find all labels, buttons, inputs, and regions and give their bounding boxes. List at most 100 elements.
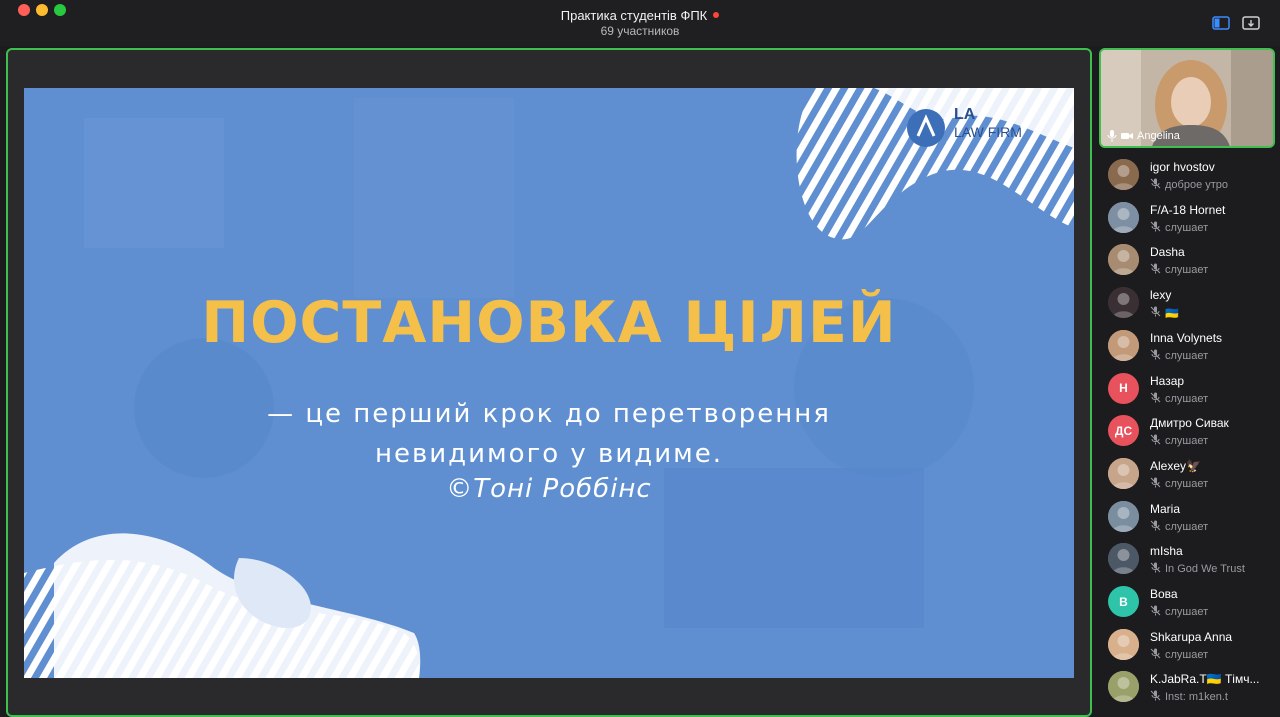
muted-microphone-icon [1150, 263, 1161, 277]
slide-title: ПОСТАНОВКА ЦІЛЕЙ [201, 290, 897, 356]
participant-item[interactable]: Inna Volynets слушает [1098, 325, 1276, 367]
participant-item[interactable]: Dasha слушает [1098, 239, 1276, 281]
participant-status: 🇺🇦 [1150, 306, 1274, 320]
muted-microphone-icon [1150, 434, 1161, 448]
participant-avatar: Н [1108, 372, 1139, 404]
window-title-text: Практика студентів ФПК [560, 8, 708, 23]
presentation-slide: LA LAW FIRM ПОСТАНОВКА ЦІЛЕЙ — це перший… [24, 88, 1074, 678]
participant-status: In God We Trust [1150, 562, 1274, 576]
muted-microphone-icon [1150, 306, 1161, 320]
participant-avatar [1108, 201, 1139, 233]
participant-status-text: 🇺🇦 [1165, 307, 1179, 320]
participant-status: слушает [1150, 648, 1274, 662]
participant-item[interactable]: K.JabRa.T🇺🇦 Тімч... Inst: m1ken.t [1098, 666, 1276, 708]
participant-avatar [1108, 628, 1139, 660]
muted-microphone-icon [1150, 648, 1161, 662]
participant-name: K.JabRa.T🇺🇦 Тімч... [1150, 672, 1260, 687]
logo-firm-text: LAW FIRM [954, 124, 1022, 140]
muted-microphone-icon [1150, 221, 1161, 235]
participant-status-text: слушает [1165, 606, 1209, 618]
logo-mark-icon [907, 109, 945, 147]
participant-status-text: слушает [1165, 221, 1209, 234]
participant-name: Dasha [1150, 245, 1185, 260]
participant-item[interactable]: mIsha In God We Trust [1098, 538, 1276, 580]
participant-item[interactable]: Maria слушает [1098, 496, 1276, 538]
participant-avatar [1108, 671, 1139, 703]
participant-status: Inst: m1ken.t [1150, 690, 1274, 704]
participant-count: 69 участников [600, 24, 680, 38]
slide-quote-line2: невидимого у видиме. [374, 439, 724, 469]
participant-status-text: In God We Trust [1165, 563, 1245, 576]
participant-item[interactable]: lexy 🇺🇦 [1098, 282, 1276, 324]
participant-status: слушает [1150, 434, 1274, 448]
speaker-video-tile[interactable]: Angelina [1099, 48, 1275, 148]
muted-microphone-icon [1150, 349, 1161, 363]
participants-list[interactable]: igor hvostov доброе утро F/A-18 Hornet слуш… [1098, 154, 1276, 717]
muted-microphone-icon [1150, 520, 1161, 534]
window-title: Практика студентів ФПК [0, 8, 1280, 23]
window-title-block: Практика студентів ФПК 69 участников [0, 8, 1280, 38]
participant-item[interactable]: ДС Дмитро Сивак слушает [1098, 410, 1276, 452]
participant-status-text: слушает [1165, 648, 1209, 661]
participant-status-text: слушает [1165, 264, 1209, 277]
sidebar-toggle-icon[interactable] [1212, 15, 1230, 31]
participant-status-text: слушает [1165, 477, 1209, 490]
muted-microphone-icon [1150, 605, 1161, 619]
participant-avatar [1108, 543, 1139, 575]
participant-avatar: В [1108, 586, 1139, 617]
participant-avatar [1108, 287, 1139, 319]
participant-item[interactable]: igor hvostov доброе утро [1098, 154, 1276, 196]
participant-name: Maria [1150, 501, 1181, 516]
participant-name: mIsha [1150, 544, 1183, 559]
participant-avatar [1108, 500, 1139, 532]
participant-name: F/A-18 Hornet [1150, 202, 1226, 217]
slide-quote-line1: — це перший крок до перетворення [267, 399, 831, 429]
muted-microphone-icon [1150, 690, 1161, 704]
participant-status: слушает [1150, 477, 1274, 491]
participant-name: Alexey🦅 [1150, 458, 1201, 473]
participant-status: слушает [1150, 349, 1274, 363]
speaker-name: Angelina [1137, 130, 1180, 142]
participant-item[interactable]: Shkarupa Anna слушает [1098, 624, 1276, 666]
participant-status-text: слушает [1165, 435, 1209, 448]
slide-author: ©Тоні Роббінс [446, 474, 652, 504]
participant-name: Inna Volynets [1150, 330, 1223, 345]
participant-status-text: слушает [1165, 349, 1209, 362]
slide-background-art [24, 88, 1074, 678]
camera-icon [1121, 133, 1133, 139]
participant-name: Shkarupa Anna [1150, 629, 1233, 644]
participant-item[interactable]: Alexey🦅 слушает [1098, 453, 1276, 495]
window-titlebar: Практика студентів ФПК 69 участников [0, 0, 1280, 46]
participant-item[interactable]: В Вова слушает [1098, 581, 1276, 623]
participant-status: слушает [1150, 520, 1274, 534]
participant-status: слушает [1150, 263, 1274, 277]
participant-avatar [1108, 159, 1139, 190]
pip-icon[interactable] [1242, 15, 1260, 31]
participant-name: Дмитро Сивак [1150, 416, 1229, 431]
participant-status-text: Inst: m1ken.t [1165, 691, 1228, 704]
participant-avatar [1108, 244, 1139, 276]
participant-status-text: слушает [1165, 520, 1209, 533]
muted-microphone-icon [1150, 178, 1161, 192]
recording-indicator-icon [713, 12, 720, 18]
participant-item[interactable]: F/A-18 Hornet слушает [1098, 197, 1276, 239]
participant-status: слушает [1150, 605, 1274, 619]
slide-quote: — це перший крок до перетворення невидим… [24, 394, 1074, 474]
participant-name: igor hvostov [1150, 160, 1215, 174]
participant-status: слушает [1150, 392, 1274, 406]
muted-microphone-icon [1150, 392, 1161, 406]
participant-status-text: слушает [1165, 392, 1209, 405]
participant-status: доброе утро [1150, 178, 1274, 192]
participant-avatar [1108, 457, 1139, 489]
participant-name: Назар [1150, 373, 1185, 388]
participant-status: слушает [1150, 221, 1274, 235]
participant-avatar [1108, 329, 1139, 361]
muted-microphone-icon [1150, 477, 1161, 491]
law-firm-logo: LA LAW FIRM [906, 106, 1074, 156]
speaker-name-row: Angelina [1107, 130, 1180, 142]
participant-avatar: ДС [1108, 415, 1139, 447]
participant-name: lexy [1150, 288, 1172, 303]
participant-item[interactable]: Н Назар слушает [1098, 368, 1276, 410]
muted-microphone-icon [1150, 562, 1161, 576]
participant-status-text: доброе утро [1165, 179, 1229, 191]
